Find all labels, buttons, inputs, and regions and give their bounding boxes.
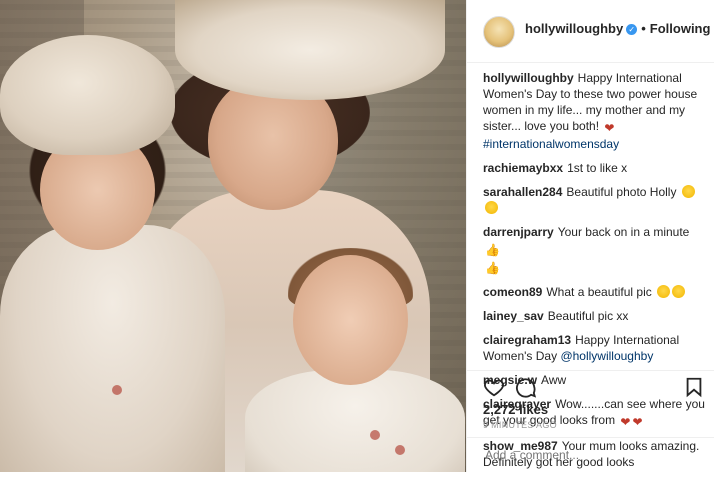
hashtag-link[interactable]: #internationalwomensday — [483, 137, 619, 151]
photo-detail — [370, 430, 380, 440]
separator-dot: • — [641, 21, 646, 36]
comment: darrenjparry Your back on in a minute 👍 👍 — [483, 224, 705, 276]
likes-count[interactable]: 2,272 likes — [483, 402, 548, 417]
comment-username[interactable]: comeon89 — [483, 285, 542, 299]
smile-emoji-icon — [681, 185, 695, 198]
photo-girl-hat — [0, 35, 175, 155]
following-button[interactable]: Following — [650, 21, 711, 36]
photo-baby-face — [293, 255, 408, 385]
heart-emoji-icon: ❤ — [604, 121, 615, 135]
comment-username[interactable]: sarahallen284 — [483, 185, 562, 199]
comment-username[interactable]: lainey_sav — [483, 309, 544, 323]
bookmark-icon[interactable] — [683, 376, 705, 398]
mention-link[interactable]: @hollywilloughby — [560, 349, 653, 363]
thumbs-up-emoji-icon: 👍 — [485, 243, 500, 257]
comment: sarahallen284 Beautiful photo Holly — [483, 184, 705, 216]
post-timestamp[interactable]: 9 MINUTES AGO — [483, 420, 557, 430]
post-photo[interactable] — [0, 0, 466, 472]
comment-username[interactable]: rachiemaybxx — [483, 161, 563, 175]
verified-badge-icon: ✓ — [626, 24, 638, 36]
comment: comeon89 What a beautiful pic — [483, 284, 705, 300]
comment-text: Beautiful pic xx — [547, 309, 629, 323]
caption: hollywilloughby Happy International Women… — [483, 70, 705, 152]
comment-text: Beautiful photo Holly — [566, 185, 677, 199]
avatar[interactable] — [483, 16, 515, 48]
comment: clairegraham13 Happy International Women'… — [483, 332, 705, 364]
username-link[interactable]: hollywilloughby — [525, 21, 623, 36]
photo-detail — [112, 385, 122, 395]
photo-baby-dress — [245, 370, 465, 472]
post-header: hollywilloughby ✓ • Following — [467, 0, 714, 63]
comment-text: Your back on in a minute — [557, 225, 690, 239]
comment-text: What a beautiful pic — [546, 285, 652, 299]
photo-detail — [395, 445, 405, 455]
comment-username[interactable]: hollywilloughby — [483, 71, 574, 85]
comment-text: 1st to like x — [567, 161, 628, 175]
smile-emoji-icon — [672, 285, 686, 298]
smile-emoji-icon — [657, 285, 671, 298]
comment-username[interactable]: darrenjparry — [483, 225, 554, 239]
comment: rachiemaybxx 1st to like x — [483, 160, 705, 176]
photo-mother-hat — [175, 0, 445, 100]
header-line: hollywilloughby ✓ • Following — [525, 21, 710, 36]
heart-outline-icon[interactable] — [483, 376, 505, 398]
comment-input[interactable] — [483, 447, 697, 463]
thumbs-up-emoji-icon: 👍 — [485, 261, 500, 275]
add-comment-bar — [467, 437, 714, 473]
comment-bubble-icon[interactable] — [515, 376, 537, 398]
smile-emoji-icon — [485, 201, 498, 214]
post-side-panel: hollywilloughby ✓ • Following hollywillough… — [466, 0, 714, 472]
comment-username[interactable]: clairegraham13 — [483, 333, 571, 347]
comment: lainey_sav Beautiful pic xx — [483, 308, 705, 324]
photo-girl-dress — [0, 225, 225, 472]
